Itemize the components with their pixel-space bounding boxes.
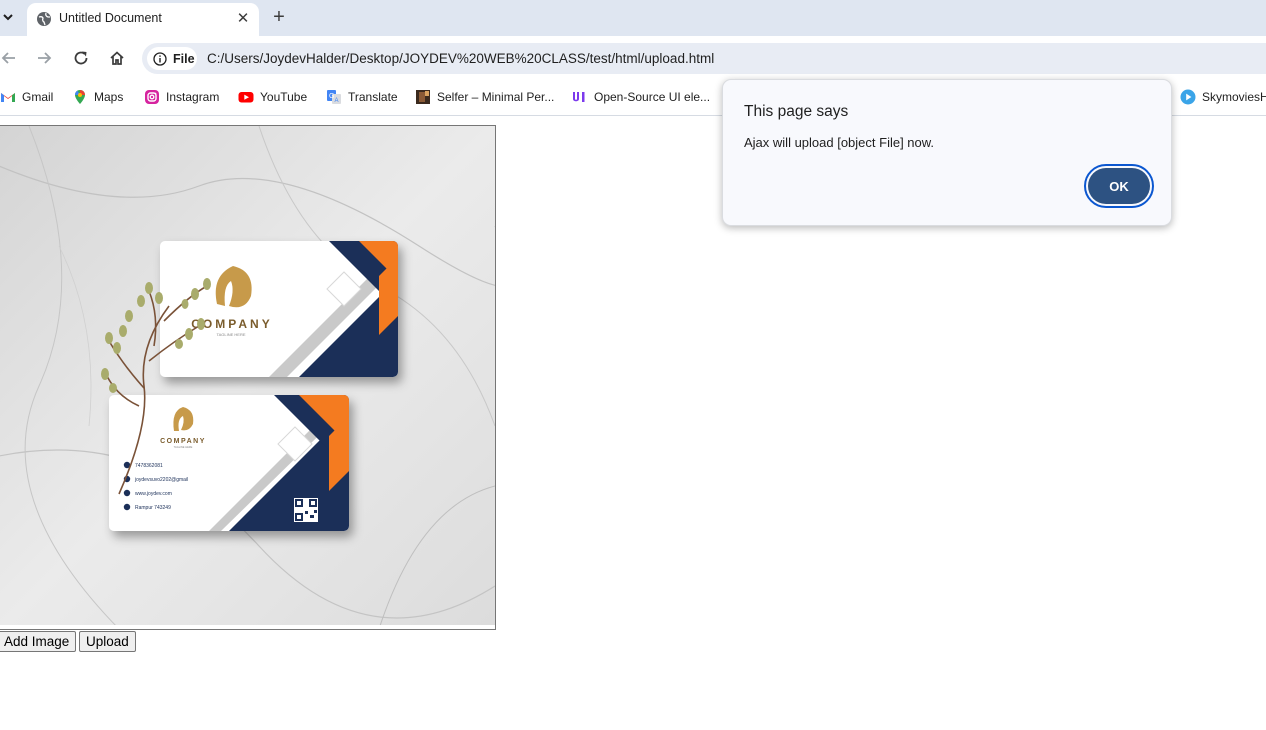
new-tab-button[interactable]: +: [268, 6, 290, 28]
tab-untitled-document[interactable]: Untitled Document ✕: [27, 3, 259, 36]
url-text[interactable]: C:/Users/JoydevHalder/Desktop/JOYDEV%20W…: [207, 51, 714, 66]
arrow-left-icon: [1, 52, 15, 64]
bookmark-label: SkymoviesH: [1202, 90, 1266, 104]
reload-button[interactable]: [70, 47, 92, 69]
toolbar: File C:/Users/JoydevHalder/Desktop/JOYDE…: [0, 36, 1266, 80]
bookmark-label: Translate: [348, 90, 398, 104]
bookmark-skymovies[interactable]: SkymoviesH: [1180, 88, 1266, 106]
bookmark-youtube[interactable]: YouTube: [238, 88, 307, 106]
dialog-message: Ajax will upload [object File] now.: [744, 135, 935, 150]
back-company-text: COMPANY: [160, 438, 206, 445]
ok-focus-ring: OK: [1084, 164, 1154, 208]
bookmark-label: Instagram: [166, 90, 220, 104]
tab-title: Untitled Document: [59, 11, 162, 25]
bookmark-label: Gmail: [22, 90, 54, 104]
dialog-title: This page says: [744, 103, 849, 120]
contact-address: Rampur 743249: [135, 505, 171, 511]
back-button[interactable]: [0, 47, 20, 69]
selfer-icon: [416, 90, 430, 104]
contact-email: joydevsuvo2202@gmail: [134, 477, 188, 483]
arrow-right-icon: [38, 52, 52, 64]
forward-button[interactable]: [33, 47, 55, 69]
gmail-icon: [1, 93, 15, 102]
bookmark-label: YouTube: [260, 90, 308, 104]
instagram-icon: [145, 90, 159, 104]
bookmark-instagram[interactable]: Instagram: [144, 88, 219, 106]
reload-icon: [74, 51, 88, 65]
bookmark-open-source-ui[interactable]: Open-Source UI ele...: [572, 88, 710, 106]
bookmark-selfer[interactable]: Selfer – Minimal Per...: [415, 88, 554, 106]
contact-website: www.joydev.com: [135, 491, 172, 497]
ok-button[interactable]: OK: [1088, 168, 1150, 204]
tab-strip: Untitled Document ✕ +: [0, 0, 1266, 36]
address-bar[interactable]: File C:/Users/JoydevHalder/Desktop/JOYDE…: [142, 43, 1266, 74]
bookmark-label: Selfer – Minimal Per...: [437, 90, 555, 104]
bookmark-label: Open-Source UI ele...: [594, 90, 711, 104]
alert-dialog: This page says Ajax will upload [object …: [722, 79, 1172, 226]
svg-text:A: A: [335, 98, 339, 104]
info-icon: [153, 51, 167, 66]
front-tagline-text: TAGLINE HERE: [216, 332, 245, 337]
youtube-icon: [238, 92, 254, 103]
add-image-button[interactable]: Add Image: [0, 631, 77, 652]
bookmark-label: Maps: [94, 90, 124, 104]
image-preview: COMPANY TAGLINE HERE COMPANY TAGLINE HER…: [0, 125, 496, 630]
back-tagline-text: TAGLINE HERE: [174, 445, 193, 449]
translate-icon: GA: [327, 90, 341, 104]
tab-search-button[interactable]: [0, 6, 16, 28]
home-button[interactable]: [106, 47, 128, 69]
play-icon: [1180, 89, 1196, 105]
ui-icon: [573, 92, 585, 102]
home-icon: [110, 51, 124, 65]
bookmark-gmail[interactable]: Gmail: [0, 88, 53, 106]
globe-icon: [37, 12, 51, 26]
close-icon[interactable]: ✕: [234, 9, 252, 27]
business-card-mockup-image: COMPANY TAGLINE HERE COMPANY TAGLINE HER…: [0, 126, 495, 629]
contact-phone: 7478362081: [135, 463, 163, 469]
site-info-chip[interactable]: File: [147, 47, 197, 70]
maps-icon: [75, 90, 85, 104]
bookmark-maps[interactable]: Maps: [72, 88, 123, 106]
upload-button[interactable]: Upload: [79, 631, 136, 652]
chevron-down-icon: [3, 14, 13, 21]
bookmark-translate[interactable]: GA Translate: [326, 88, 398, 106]
site-chip-label: File: [173, 51, 195, 66]
qr-code: [294, 498, 318, 522]
